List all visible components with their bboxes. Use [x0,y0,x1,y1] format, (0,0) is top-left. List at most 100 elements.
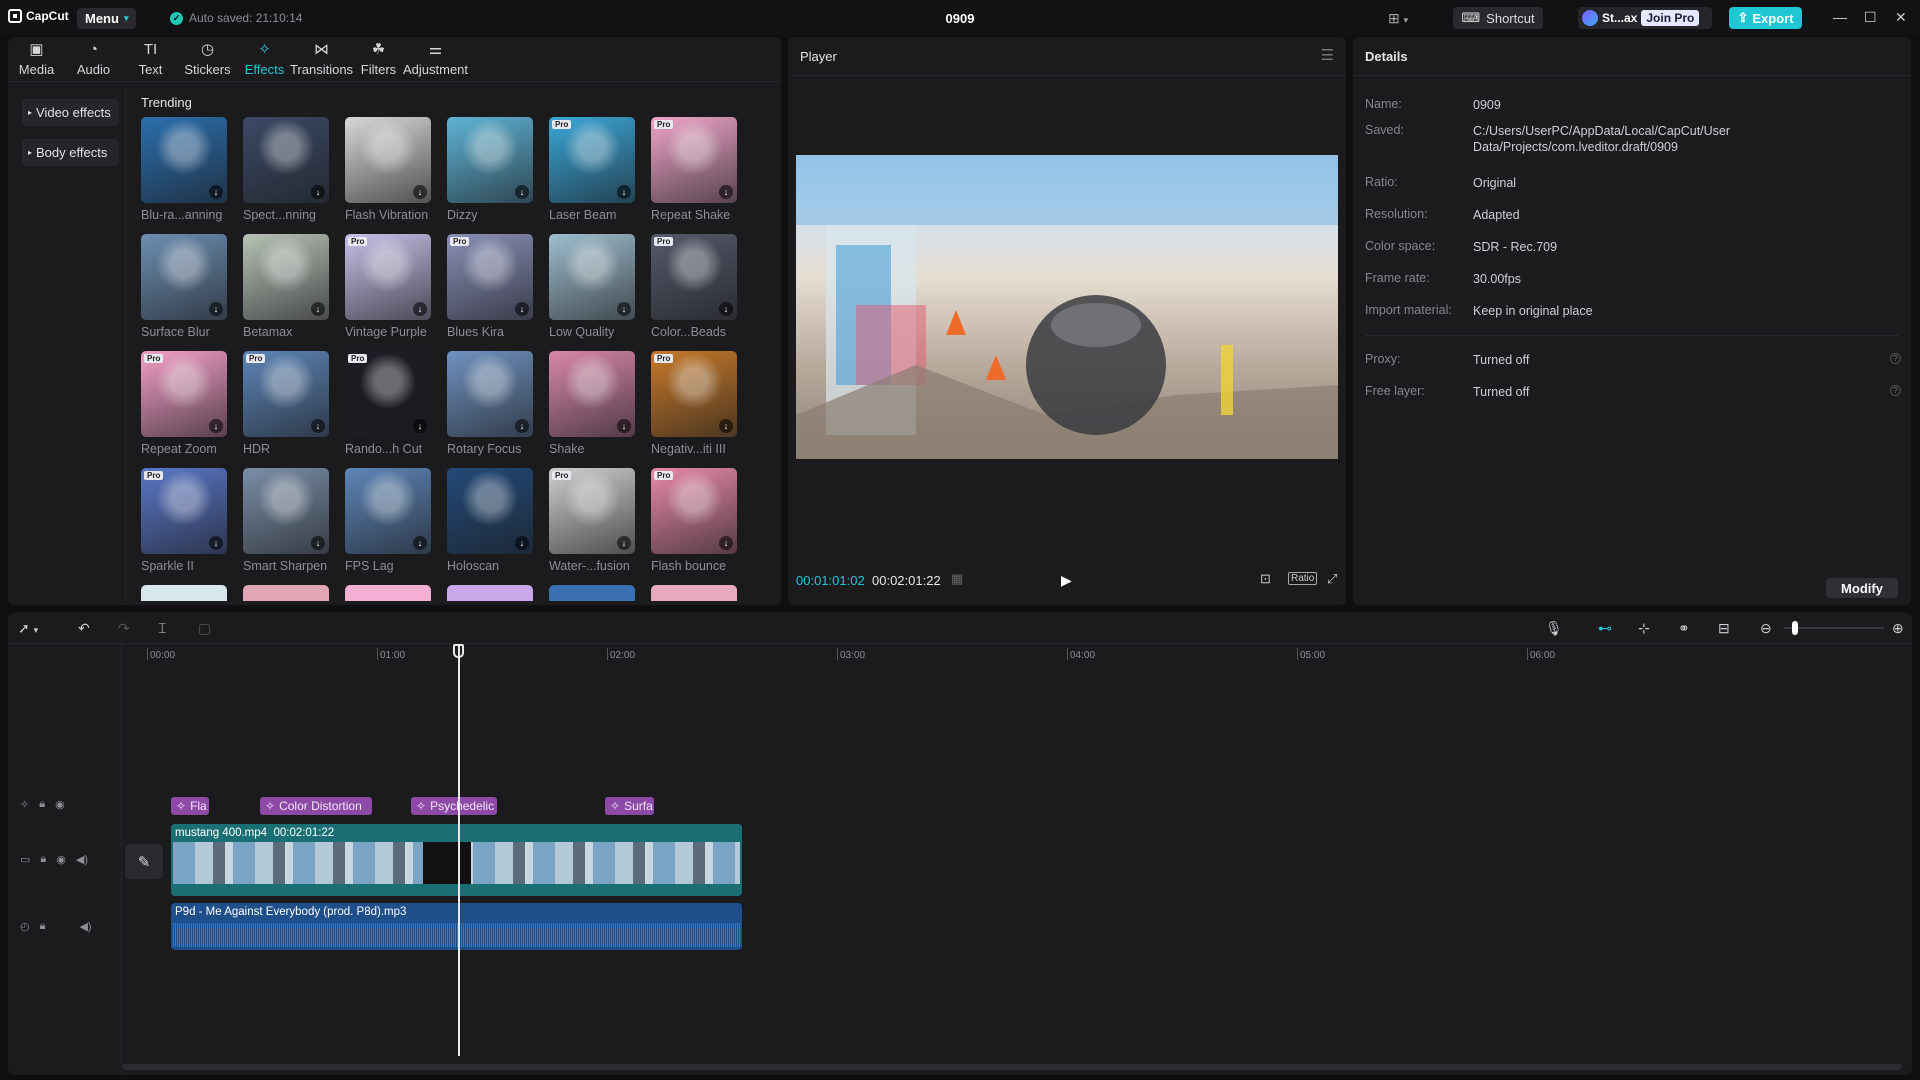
effect-tile[interactable]: ↓ Spect...nning [243,117,329,234]
sidebar-item-video-effects[interactable]: ▸ Video effects [22,99,119,126]
zoom-out-icon[interactable]: ⊖ [1760,620,1772,637]
effect-tile[interactable]: Pro ↓ Vintage Purple [345,234,431,351]
download-icon[interactable]: ↓ [311,185,325,199]
effect-tile[interactable]: ↓ Flash Vibration [345,117,431,234]
effect-tile[interactable]: Pro ↓ Repeat Zoom [141,351,227,468]
effect-tile[interactable]: Pro ↓ Water-...fusion [549,468,635,585]
effect-tile[interactable]: ↓ FPS Lag [345,468,431,585]
audio-clip[interactable]: P9d - Me Against Everybody (prod. P8d).m… [171,903,742,950]
video-preview[interactable] [796,155,1338,459]
effect-tile[interactable]: ↓ Blu-ra...anning [141,117,227,234]
effect-tile[interactable]: Pro ↓ Rando...h Cut [345,351,431,468]
download-icon[interactable]: ↓ [719,302,733,316]
help-icon[interactable]: ? [1890,385,1901,396]
modify-button[interactable]: Modify [1826,578,1898,598]
effect-tile[interactable]: ↓ Low Quality [549,234,635,351]
effect-clip[interactable]: ✧ Fla [171,797,209,815]
preview-axis-icon[interactable]: ⊟ [1718,620,1730,637]
effect-tile[interactable] [141,585,227,601]
download-icon[interactable]: ↓ [209,185,223,199]
sidebar-item-body-effects[interactable]: ▸ Body effects [22,139,119,166]
split-icon[interactable]: ⌶ [158,620,166,637]
time-ruler[interactable]: 00:00 01:00 02:00 03:00 04:00 05:00 06:00 [122,644,1912,664]
effect-tile[interactable] [447,585,533,601]
download-icon[interactable]: ↓ [515,419,529,433]
download-icon[interactable]: ↓ [413,536,427,550]
effect-tile[interactable]: Pro ↓ Negativ...iti III [651,351,737,468]
download-icon[interactable]: ↓ [413,185,427,199]
effect-tile[interactable]: Pro ↓ Flash bounce [651,468,737,585]
effect-tile[interactable]: ↓ Holoscan [447,468,533,585]
tab-transitions[interactable]: ⋈ Transitions [290,37,353,81]
effect-tile[interactable]: ↓ Shake [549,351,635,468]
effect-clip[interactable]: ✧ Psychedelic [411,797,497,815]
tab-filters[interactable]: ☘ Filters [350,37,407,81]
download-icon[interactable]: ↓ [515,302,529,316]
horizontal-scrollbar[interactable] [122,1064,1902,1070]
effect-tile[interactable]: ↓ Smart Sharpen [243,468,329,585]
speaker-icon[interactable]: ◀) [76,853,88,866]
download-icon[interactable]: ↓ [617,419,631,433]
zoom-in-icon[interactable]: ⊕ [1892,620,1904,637]
speaker-icon[interactable]: ◀) [79,920,91,933]
eye-icon[interactable]: ◉ [56,853,66,866]
effect-tile[interactable]: ↓ Betamax [243,234,329,351]
join-pro-badge[interactable]: Join Pro [1641,10,1700,26]
tab-adjustment[interactable]: ⚌ Adjustment [403,37,468,81]
lock-icon[interactable]: 🔒︎ [40,853,46,866]
download-icon[interactable]: ↓ [311,536,325,550]
effect-tile[interactable]: Pro ↓ HDR [243,351,329,468]
play-icon[interactable]: ▶ [1061,572,1072,589]
effect-tile[interactable] [651,585,737,601]
help-icon[interactable]: ? [1890,353,1901,364]
download-icon[interactable]: ↓ [515,185,529,199]
hamburger-menu-icon[interactable]: ☰ [1321,46,1334,64]
effect-tile[interactable]: Pro ↓ Color...Beads [651,234,737,351]
download-icon[interactable]: ↓ [719,536,733,550]
download-icon[interactable]: ↓ [209,536,223,550]
effect-tile[interactable]: ↓ Dizzy [447,117,533,234]
lock-icon[interactable]: 🔒︎ [39,798,45,811]
download-icon[interactable]: ↓ [617,185,631,199]
edit-cover-icon[interactable]: ✎ [125,844,163,879]
download-icon[interactable]: ↓ [209,302,223,316]
effect-tile[interactable]: Pro ↓ Blues Kira [447,234,533,351]
layout-icon[interactable]: ⊞ ▾ [1388,10,1408,27]
tab-text[interactable]: TI Text [122,37,179,81]
linkage-icon[interactable]: ⚭ [1678,620,1690,637]
effect-tile[interactable] [243,585,329,601]
maximize-icon[interactable]: ☐ [1864,9,1877,26]
main-track-magnet-icon[interactable]: ⊷ [1598,620,1612,637]
minimize-icon[interactable]: — [1833,9,1847,25]
effect-tile[interactable]: ↓ Surface Blur [141,234,227,351]
tab-effects[interactable]: ✧ Effects [236,37,293,81]
download-icon[interactable]: ↓ [311,419,325,433]
fullscreen-icon[interactable]: ⤢ [1327,571,1337,587]
download-icon[interactable]: ↓ [617,302,631,316]
download-icon[interactable]: ↓ [617,536,631,550]
lock-icon[interactable]: 🔒︎ [40,920,46,933]
snapshot-icon[interactable]: ⊡ [1260,571,1271,587]
shortcut-button[interactable]: ⌨ Shortcut [1453,7,1543,29]
effect-tile[interactable] [549,585,635,601]
download-icon[interactable]: ↓ [515,536,529,550]
effect-tile[interactable] [345,585,431,601]
effect-tile[interactable]: Pro ↓ Repeat Shake [651,117,737,234]
grid-icon[interactable]: ▦ [951,571,963,587]
download-icon[interactable]: ↓ [311,302,325,316]
effect-clip[interactable]: ✧ Color Distortion [260,797,372,815]
user-account-button[interactable]: St...ax Join Pro [1578,7,1712,29]
menu-button[interactable]: Menu ▾ [77,8,137,29]
eye-icon[interactable]: ◉ [55,798,65,811]
close-icon[interactable]: ✕ [1895,9,1907,26]
effect-tile[interactable]: Pro ↓ Laser Beam [549,117,635,234]
redo-icon[interactable]: ↷ [118,620,130,637]
select-cursor-icon[interactable]: ➚ ▾ [18,620,38,637]
tab-media[interactable]: ▣ Media [8,37,65,81]
tab-audio[interactable]: ◔ Audio [65,37,122,81]
download-icon[interactable]: ↓ [719,185,733,199]
effect-tile[interactable]: Pro ↓ Sparkle II [141,468,227,585]
zoom-slider[interactable] [1784,627,1884,629]
download-icon[interactable]: ↓ [209,419,223,433]
effect-clip[interactable]: ✧ Surfa [605,797,654,815]
